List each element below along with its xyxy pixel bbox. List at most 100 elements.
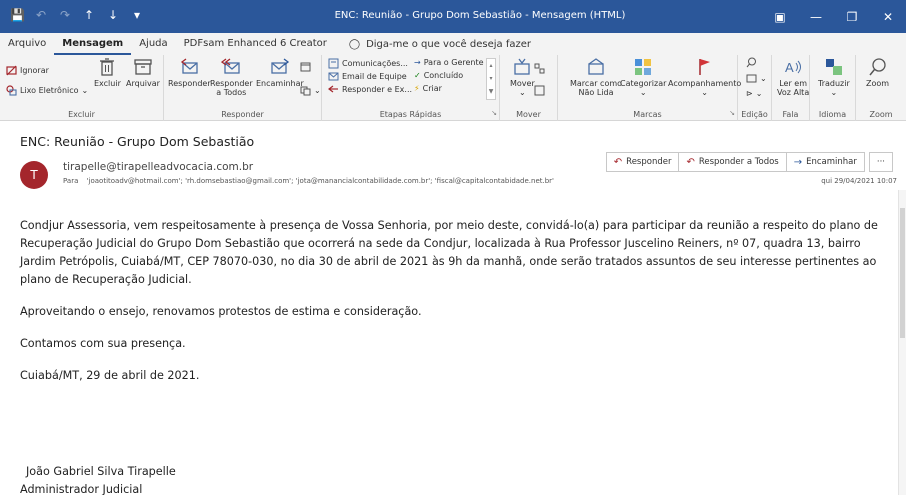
redo-icon[interactable]: ↷ <box>58 8 72 22</box>
find-button[interactable] <box>746 57 757 68</box>
forward-button[interactable]: → Encaminhar <box>786 152 865 172</box>
quickstep-para-gerente[interactable]: → Para o Gerente <box>414 58 484 67</box>
tab-ajuda[interactable]: Ajuda <box>131 33 175 55</box>
chevron-down-icon: ⌄ <box>314 86 321 95</box>
message-body: Condjur Assessoria, vem respeitosamente … <box>20 217 896 399</box>
read-aloud-icon: A <box>785 60 802 75</box>
categorizar-button[interactable]: Categorizar ⌄ <box>620 57 666 97</box>
rules-button[interactable] <box>534 63 545 74</box>
group-label-zoom: Zoom <box>869 110 893 119</box>
maximize-icon[interactable]: ❐ <box>834 0 870 33</box>
select-button[interactable]: ⊳ ⌄ <box>746 89 762 98</box>
ler-voz-alta-button[interactable]: A Ler em Voz Alta <box>777 57 809 97</box>
body-paragraph: Aproveitando o ensejo, renovamos protest… <box>20 305 422 318</box>
unread-icon <box>588 58 604 75</box>
traduzir-button[interactable]: Traduzir ⌄ <box>818 57 850 97</box>
zoom-button[interactable]: Zoom <box>866 57 889 88</box>
group-label-responder: Responder <box>221 110 264 119</box>
ignorar-button[interactable]: Ignorar <box>6 65 49 76</box>
chevron-down-icon: ⌄ <box>81 86 89 95</box>
forward-icon: → <box>793 156 803 168</box>
scrollbar-thumb[interactable] <box>900 208 905 338</box>
sender-address[interactable]: tirapelle@tirapelleadvocacia.com.br <box>63 161 253 173</box>
chevron-down-icon: ⌄ <box>755 89 763 98</box>
avatar[interactable]: T <box>20 161 48 189</box>
mover-button[interactable]: Mover ⌄ <box>510 57 535 97</box>
mail-subject: ENC: Reunião - Grupo Dom Sebastião <box>20 134 255 149</box>
close-icon[interactable]: ✕ <box>870 0 906 33</box>
quickstep-email-equipe[interactable]: Email de Equipe <box>328 71 407 82</box>
up-icon[interactable]: ↑ <box>82 8 96 22</box>
related-button[interactable]: ⌄ <box>746 73 767 84</box>
group-etapas-rapidas: Comunicações... Email de Equipe Responde… <box>322 55 500 121</box>
reply-delete-icon <box>328 85 338 93</box>
reply-icon: ↶ <box>613 156 623 168</box>
quickstep-concluido[interactable]: ✓ Concluído <box>414 71 463 80</box>
group-label-mover: Mover <box>516 110 541 119</box>
tab-pdfsam[interactable]: PDFsam Enhanced 6 Creator <box>176 33 335 55</box>
quickstep-criar[interactable]: ⚡ Criar <box>414 84 442 93</box>
reply-all-icon: ↶ <box>686 156 695 168</box>
reply-all-button[interactable]: ↶ Responder a Todos <box>679 152 787 172</box>
zoom-icon <box>868 58 886 76</box>
quicksteps-scroll[interactable]: ▴ ▾ ▼ <box>486 58 496 100</box>
flag-icon <box>698 59 710 75</box>
marcar-nao-lida-button[interactable]: Marcar como Não Lida <box>570 57 622 97</box>
more-respond-icon <box>300 86 311 96</box>
reply-icon <box>181 58 198 74</box>
signature-title: Administrador Judicial <box>20 483 143 495</box>
title-bar: 💾 ↶ ↷ ↑ ↓ ▾ ENC: Reunião - Grupo Dom Seb… <box>0 0 906 33</box>
reply-button[interactable]: ↶ Responder <box>605 152 680 172</box>
checkmark-icon: ✓ <box>414 71 421 80</box>
search-icon <box>746 57 756 68</box>
undo-icon[interactable]: ↶ <box>34 8 48 22</box>
lightning-icon: ⚡ <box>414 84 420 93</box>
group-label-marcas: Marcas <box>633 110 662 119</box>
chevron-down-icon: ⌄ <box>639 88 647 97</box>
svg-text:A: A <box>785 60 794 75</box>
tab-arquivo[interactable]: Arquivo <box>0 33 54 55</box>
more-actions-button[interactable]: ··· <box>868 152 893 172</box>
chevron-down-icon: ⌄ <box>760 74 767 83</box>
group-label-edicao: Edição <box>741 110 768 119</box>
minimize-icon[interactable]: — <box>798 0 834 33</box>
tell-me-box[interactable]: ◯ Diga-me o que você deseja fazer <box>349 39 531 50</box>
restore-ribbon-icon[interactable]: ▣ <box>762 0 798 33</box>
ribbon: Ignorar Lixo Eletrônico ⌄ Excluir Arquiv… <box>0 55 906 121</box>
acompanhamento-button[interactable]: Acompanhamento ⌄ <box>668 57 741 97</box>
dialog-launcher-icon[interactable]: ↘ <box>491 109 497 117</box>
received-date: qui 29/04/2021 10:07 <box>821 177 897 185</box>
reply-all-icon <box>221 58 240 74</box>
junk-icon <box>6 85 17 96</box>
responder-todos-button[interactable]: Responder a Todos <box>210 57 253 97</box>
arquivar-button[interactable]: Arquivar <box>126 57 160 88</box>
encaminhar-button[interactable]: Encaminhar <box>256 57 304 88</box>
tab-mensagem[interactable]: Mensagem <box>54 33 132 55</box>
group-mover: Mover ⌄ Mover <box>500 55 558 121</box>
message-actions: ↶ Responder ↶ Responder a Todos → Encami… <box>605 152 893 172</box>
communications-icon <box>328 58 339 69</box>
down-icon[interactable]: ↓ <box>106 8 120 22</box>
cursor-icon: ⊳ <box>746 89 753 98</box>
more-respond-button[interactable]: ⌄ <box>300 85 321 96</box>
dialog-launcher-icon[interactable]: ↘ <box>729 109 735 117</box>
chevron-down-icon: ⌄ <box>701 88 708 97</box>
quickstep-comunicacoes[interactable]: Comunicações... <box>328 58 408 69</box>
trash-icon <box>100 58 115 76</box>
recipients-list[interactable]: 'joaotitoadv@hotmail.com'; 'rh.domsebast… <box>87 177 554 185</box>
customize-icon[interactable]: ▾ <box>130 8 144 22</box>
lixo-eletronico-button[interactable]: Lixo Eletrônico ⌄ <box>6 85 88 96</box>
actions-button[interactable] <box>534 85 545 96</box>
window-title: ENC: Reunião - Grupo Dom Sebastião - Men… <box>334 10 626 21</box>
vertical-scrollbar[interactable] <box>898 190 906 495</box>
quickstep-responder-excluir[interactable]: Responder e Ex... <box>328 84 412 95</box>
excluir-button[interactable]: Excluir <box>94 57 121 88</box>
ignore-icon <box>6 65 17 76</box>
save-icon[interactable]: 💾 <box>10 8 25 22</box>
responder-button[interactable]: Responder <box>168 57 211 88</box>
forward-icon <box>271 58 289 74</box>
body-paragraph: Contamos com sua presença. <box>20 337 186 350</box>
move-icon <box>514 58 531 75</box>
meeting-reply-button[interactable] <box>300 61 311 72</box>
categorize-icon <box>635 59 652 75</box>
